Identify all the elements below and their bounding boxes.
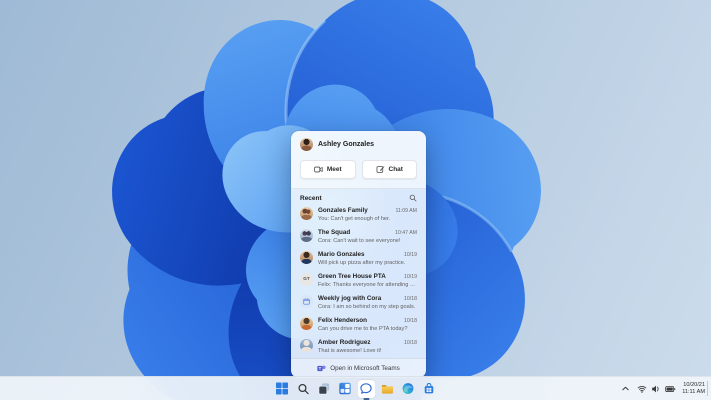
recent-label: Recent <box>300 194 322 202</box>
user-avatar[interactable] <box>300 138 313 151</box>
conversation-preview: Cora: Can't wait to see everyone! <box>318 237 401 244</box>
conversation-time: 10/18 <box>404 296 417 302</box>
chevron-up-icon <box>621 384 630 393</box>
conversation-amber-rodriguez[interactable]: Amber Rodriguez 10/18 That is awesome! Lo… <box>291 336 426 358</box>
avatar: GT <box>300 273 313 286</box>
conversation-preview: That is awesome! Love it! <box>318 347 382 354</box>
recent-header: Recent <box>291 189 426 204</box>
widgets-icon <box>339 382 352 395</box>
conversation-title: The Squad <box>318 229 351 236</box>
meet-button-label: Meet <box>326 166 342 173</box>
tray-date: 10/20/21 <box>683 382 705 388</box>
conversation-time: 10/18 <box>404 318 417 324</box>
edge-icon <box>402 382 415 395</box>
open-in-teams-label: Open in Microsoft Teams <box>330 365 400 372</box>
avatar <box>300 295 313 308</box>
conversation-title: Amber Rodriguez <box>318 339 371 346</box>
conversation-preview: Felix: Thanks everyone for attending tod… <box>318 281 417 288</box>
teams-logo-icon: T <box>317 364 326 373</box>
windows-logo-icon <box>276 382 289 395</box>
edge-button[interactable] <box>399 380 417 398</box>
tray-time: 11:11 AM <box>682 388 705 395</box>
taskbar-center <box>273 377 438 400</box>
avatar <box>300 251 313 264</box>
conversation-green-tree-house-pta[interactable]: GT Green Tree House PTA 10/19 Felix: Than… <box>291 270 426 292</box>
search-button[interactable] <box>294 380 312 398</box>
system-tray: 10/20/21 11:11 AM <box>620 377 705 400</box>
compose-icon <box>376 165 385 174</box>
wifi-icon <box>637 384 647 394</box>
avatar <box>300 339 313 352</box>
calendar-icon <box>303 298 310 305</box>
conversation-mario-gonzales[interactable]: Mario Gonzales 10/19 Will pick up pizza a… <box>291 248 426 270</box>
quick-settings-button[interactable] <box>636 382 677 396</box>
conversation-weekly-jog-with-cora[interactable]: Weekly jog with Cora 10/18 Cora: I am so … <box>291 292 426 314</box>
chat-taskbar-button[interactable] <box>357 379 375 398</box>
conversation-title: Felix Henderson <box>318 317 367 324</box>
avatar <box>300 317 313 330</box>
store-button[interactable] <box>420 380 438 398</box>
conversation-time: 10/19 <box>404 274 417 280</box>
clock[interactable]: 10/20/21 11:11 AM <box>682 382 705 395</box>
conversation-preview: You: Can't get enough of her. <box>318 215 391 222</box>
conversation-title: Weekly jog with Cora <box>318 295 382 302</box>
chat-button-label: Chat <box>388 166 403 173</box>
battery-icon <box>665 384 676 394</box>
conversation-title: Mario Gonzales <box>318 251 365 258</box>
user-name: Ashley Gonzales <box>318 141 375 148</box>
svg-text:T: T <box>319 366 322 371</box>
show-desktop-button[interactable] <box>707 381 711 396</box>
tray-overflow-button[interactable] <box>620 382 631 395</box>
flyout-actions: Meet Chat <box>291 155 426 189</box>
conversation-preview: Can you drive me to the PTA today? <box>318 325 408 332</box>
chat-button[interactable]: Chat <box>361 160 417 179</box>
avatar-initials: GT <box>303 276 310 282</box>
task-view-button[interactable] <box>315 380 333 398</box>
avatar <box>300 229 313 242</box>
meet-button[interactable]: Meet <box>300 160 356 179</box>
folder-icon <box>381 382 394 395</box>
conversation-gonzales-family[interactable]: Gonzales Family 11:09 AM You: Can't get e… <box>291 204 426 226</box>
teams-chat-flyout: Ashley Gonzales Meet Chat Recent Gonzale… <box>291 131 426 378</box>
taskbar: 10/20/21 11:11 AM <box>0 376 711 400</box>
conversation-title: Green Tree House PTA <box>318 273 386 280</box>
file-explorer-button[interactable] <box>378 380 396 398</box>
conversation-list: Gonzales Family 11:09 AM You: Can't get e… <box>291 204 426 358</box>
flyout-header: Ashley Gonzales <box>291 131 426 155</box>
conversation-felix-henderson[interactable]: Felix Henderson 10/18 Can you drive me to… <box>291 314 426 336</box>
task-view-icon <box>318 382 331 395</box>
store-icon <box>423 382 436 395</box>
search-icon[interactable] <box>409 194 417 202</box>
search-icon <box>297 383 309 395</box>
conversation-time: 10:47 AM <box>395 230 417 236</box>
widgets-button[interactable] <box>336 380 354 398</box>
open-in-teams-button[interactable]: T Open in Microsoft Teams <box>291 358 426 378</box>
conversation-the-squad[interactable]: The Squad 10:47 AM Cora: Can't wait to se… <box>291 226 426 248</box>
start-button[interactable] <box>273 380 291 398</box>
desktop: Ashley Gonzales Meet Chat Recent Gonzale… <box>0 0 711 400</box>
conversation-time: 10/19 <box>404 252 417 258</box>
conversation-preview: Will pick up pizza after my practice. <box>318 259 406 266</box>
video-camera-icon <box>314 165 323 174</box>
avatar <box>300 207 313 220</box>
conversation-time: 11:09 AM <box>395 208 417 214</box>
speaker-icon <box>651 384 661 394</box>
conversation-preview: Cora: I am so behind on my step goals. <box>318 303 416 310</box>
chat-bubble-icon <box>360 382 373 395</box>
conversation-title: Gonzales Family <box>318 207 368 214</box>
conversation-time: 10/18 <box>404 340 417 346</box>
